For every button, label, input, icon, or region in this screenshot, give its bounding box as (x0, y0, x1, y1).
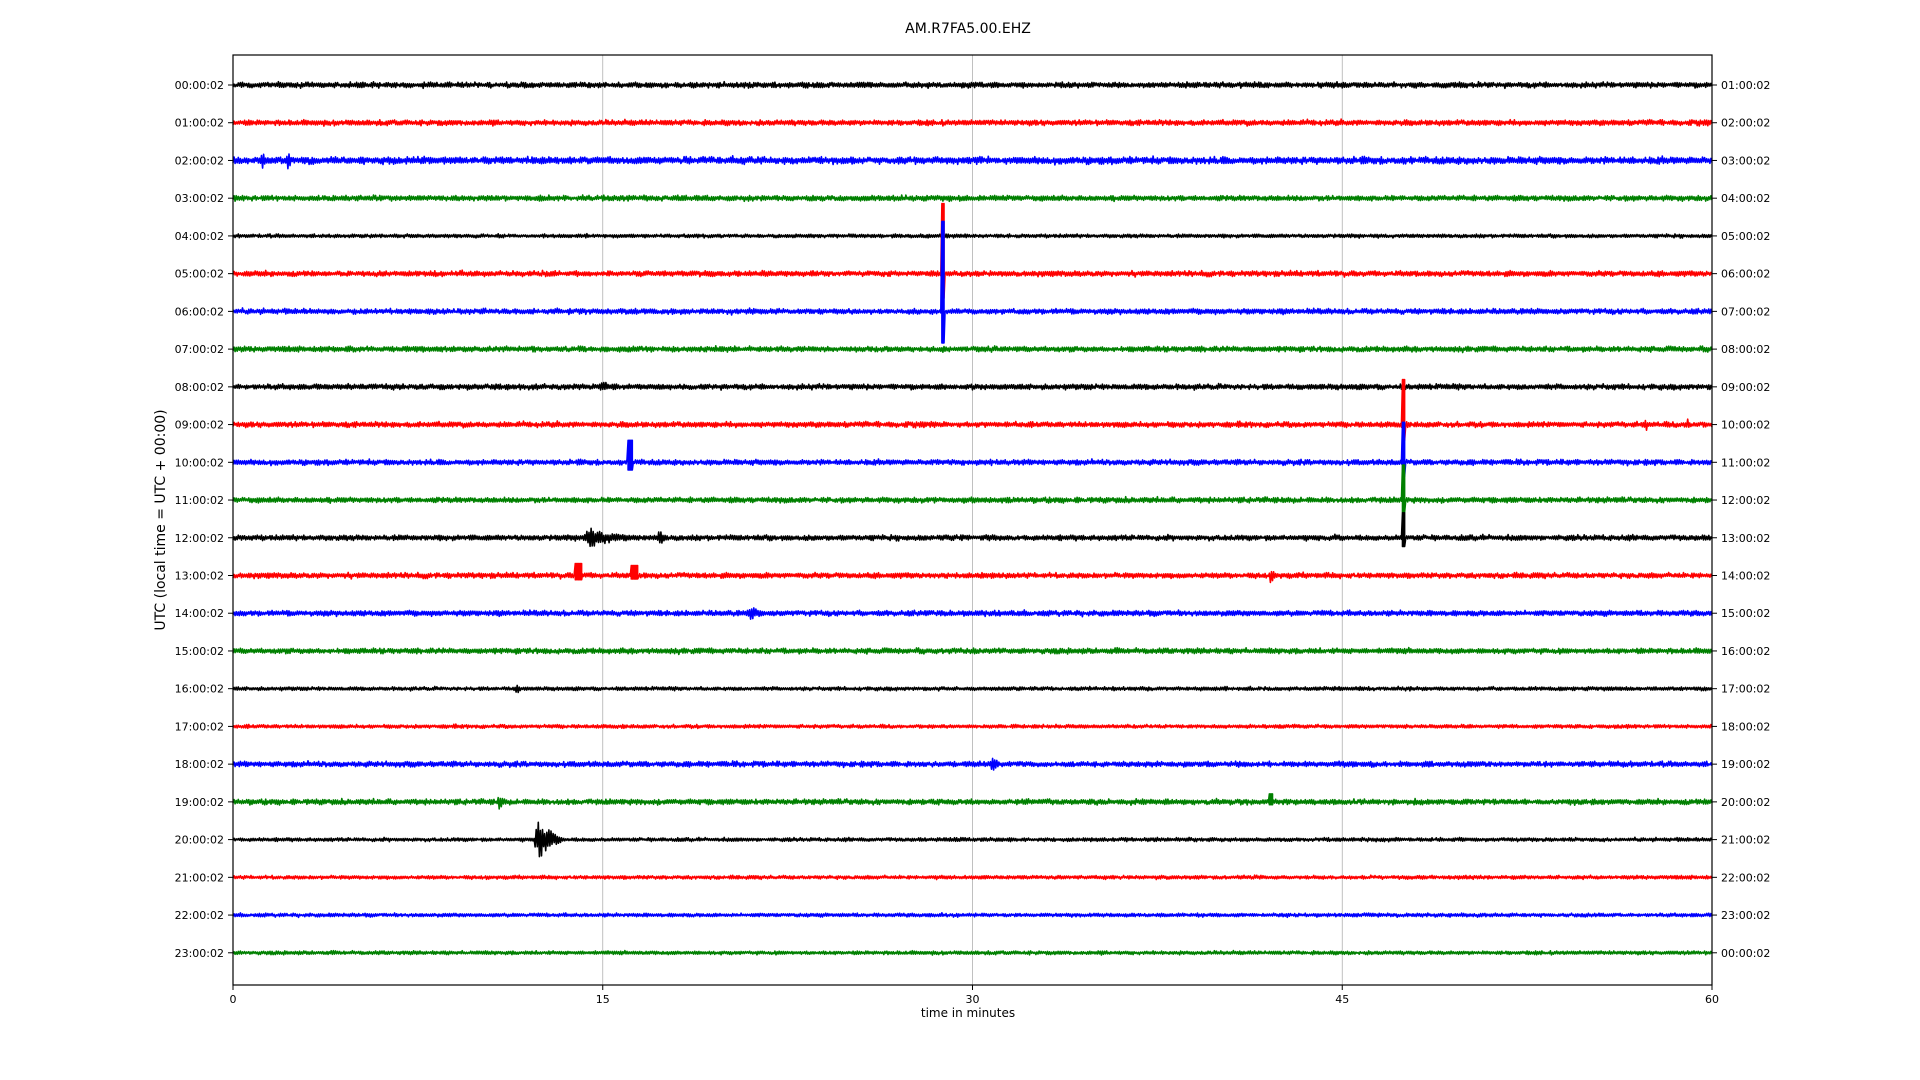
y-tick-label-right: 00:00:02 (1721, 947, 1770, 960)
y-tick-label-right: 16:00:02 (1721, 645, 1770, 658)
y-tick-label-left: 23:00:02 (175, 947, 224, 960)
helicorder-plot: 00:00:02 01:00:02 02:00:02 03:00:02 04:00:02… (153, 21, 1770, 1020)
y-tick-label-right: 12:00:02 (1721, 494, 1770, 507)
y-tick-label-left: 07:00:02 (175, 343, 224, 356)
y-tick-label-right: 04:00:02 (1721, 192, 1770, 205)
y-tick-label-right: 02:00:02 (1721, 117, 1770, 130)
y-tick-label-right: 06:00:02 (1721, 268, 1770, 281)
y-tick-label-left: 20:00:02 (175, 834, 224, 847)
y-tick-label-right: 05:00:02 (1721, 230, 1770, 243)
y-tick-label-left: 06:00:02 (175, 305, 224, 318)
y-tick-label-right: 09:00:02 (1721, 381, 1770, 394)
y-tick-label-left: 18:00:02 (175, 758, 224, 771)
grid-lines (602, 55, 1343, 985)
y-tick-label-left: 11:00:02 (175, 494, 224, 507)
y-tick-label-right: 23:00:02 (1721, 909, 1770, 922)
y-tick-label-left: 17:00:02 (175, 720, 224, 733)
y-tick-label-left: 21:00:02 (175, 871, 224, 884)
y-tick-label-right: 15:00:02 (1721, 607, 1770, 620)
y-tick-label-left: 04:00:02 (175, 230, 224, 243)
x-tick-label: 30 (966, 993, 980, 1006)
y-tick-label-right: 21:00:02 (1721, 834, 1770, 847)
y-tick-label-right: 22:00:02 (1721, 871, 1770, 884)
y-tick-label-left: 05:00:02 (175, 268, 224, 281)
y-tick-label-right: 11:00:02 (1721, 456, 1770, 469)
x-tick-label: 0 (230, 993, 237, 1006)
y-tick-label-right: 01:00:02 (1721, 79, 1770, 92)
y-tick-label-right: 10:00:02 (1721, 419, 1770, 432)
y-tick-label-left: 08:00:02 (175, 381, 224, 394)
y-tick-labels-left: 00:00:02 01:00:02 02:00:02 03:00:02 04:00:02… (175, 79, 233, 960)
y-tick-label-left: 01:00:02 (175, 117, 224, 130)
y-tick-label-left: 13:00:02 (175, 569, 224, 582)
y-tick-label-right: 17:00:02 (1721, 683, 1770, 696)
y-tick-label-right: 20:00:02 (1721, 796, 1770, 809)
x-tick-label: 15 (596, 993, 610, 1006)
y-tick-label-right: 14:00:02 (1721, 569, 1770, 582)
y-tick-label-right: 18:00:02 (1721, 720, 1770, 733)
y-tick-label-left: 03:00:02 (175, 192, 224, 205)
x-tick-label: 60 (1705, 993, 1719, 1006)
y-tick-label-right: 03:00:02 (1721, 154, 1770, 167)
x-axis-label: time in minutes (921, 1006, 1015, 1020)
y-tick-label-left: 10:00:02 (175, 456, 224, 469)
y-tick-label-right: 08:00:02 (1721, 343, 1770, 356)
y-tick-label-left: 15:00:02 (175, 645, 224, 658)
chart-title: AM.R7FA5.00.EHZ (905, 21, 1031, 37)
y-tick-label-left: 19:00:02 (175, 796, 224, 809)
y-tick-label-left: 22:00:02 (175, 909, 224, 922)
y-tick-label-left: 12:00:02 (175, 532, 224, 545)
y-tick-label-left: 14:00:02 (175, 607, 224, 620)
y-axis-label: UTC (local time = UTC + 00:00) (153, 409, 169, 630)
y-tick-label-left: 09:00:02 (175, 419, 224, 432)
y-tick-label-left: 00:00:02 (175, 79, 224, 92)
x-ticks: 0 15 30 45 60 (230, 985, 1719, 1006)
x-tick-label: 45 (1335, 993, 1349, 1006)
y-tick-label-right: 07:00:02 (1721, 305, 1770, 318)
y-tick-label-left: 02:00:02 (175, 154, 224, 167)
y-tick-label-right: 13:00:02 (1721, 532, 1770, 545)
y-tick-labels-right: 01:00:02 02:00:02 03:00:02 04:00:02 05:00:02… (1712, 79, 1770, 960)
y-tick-label-left: 16:00:02 (175, 683, 224, 696)
y-tick-label-right: 19:00:02 (1721, 758, 1770, 771)
